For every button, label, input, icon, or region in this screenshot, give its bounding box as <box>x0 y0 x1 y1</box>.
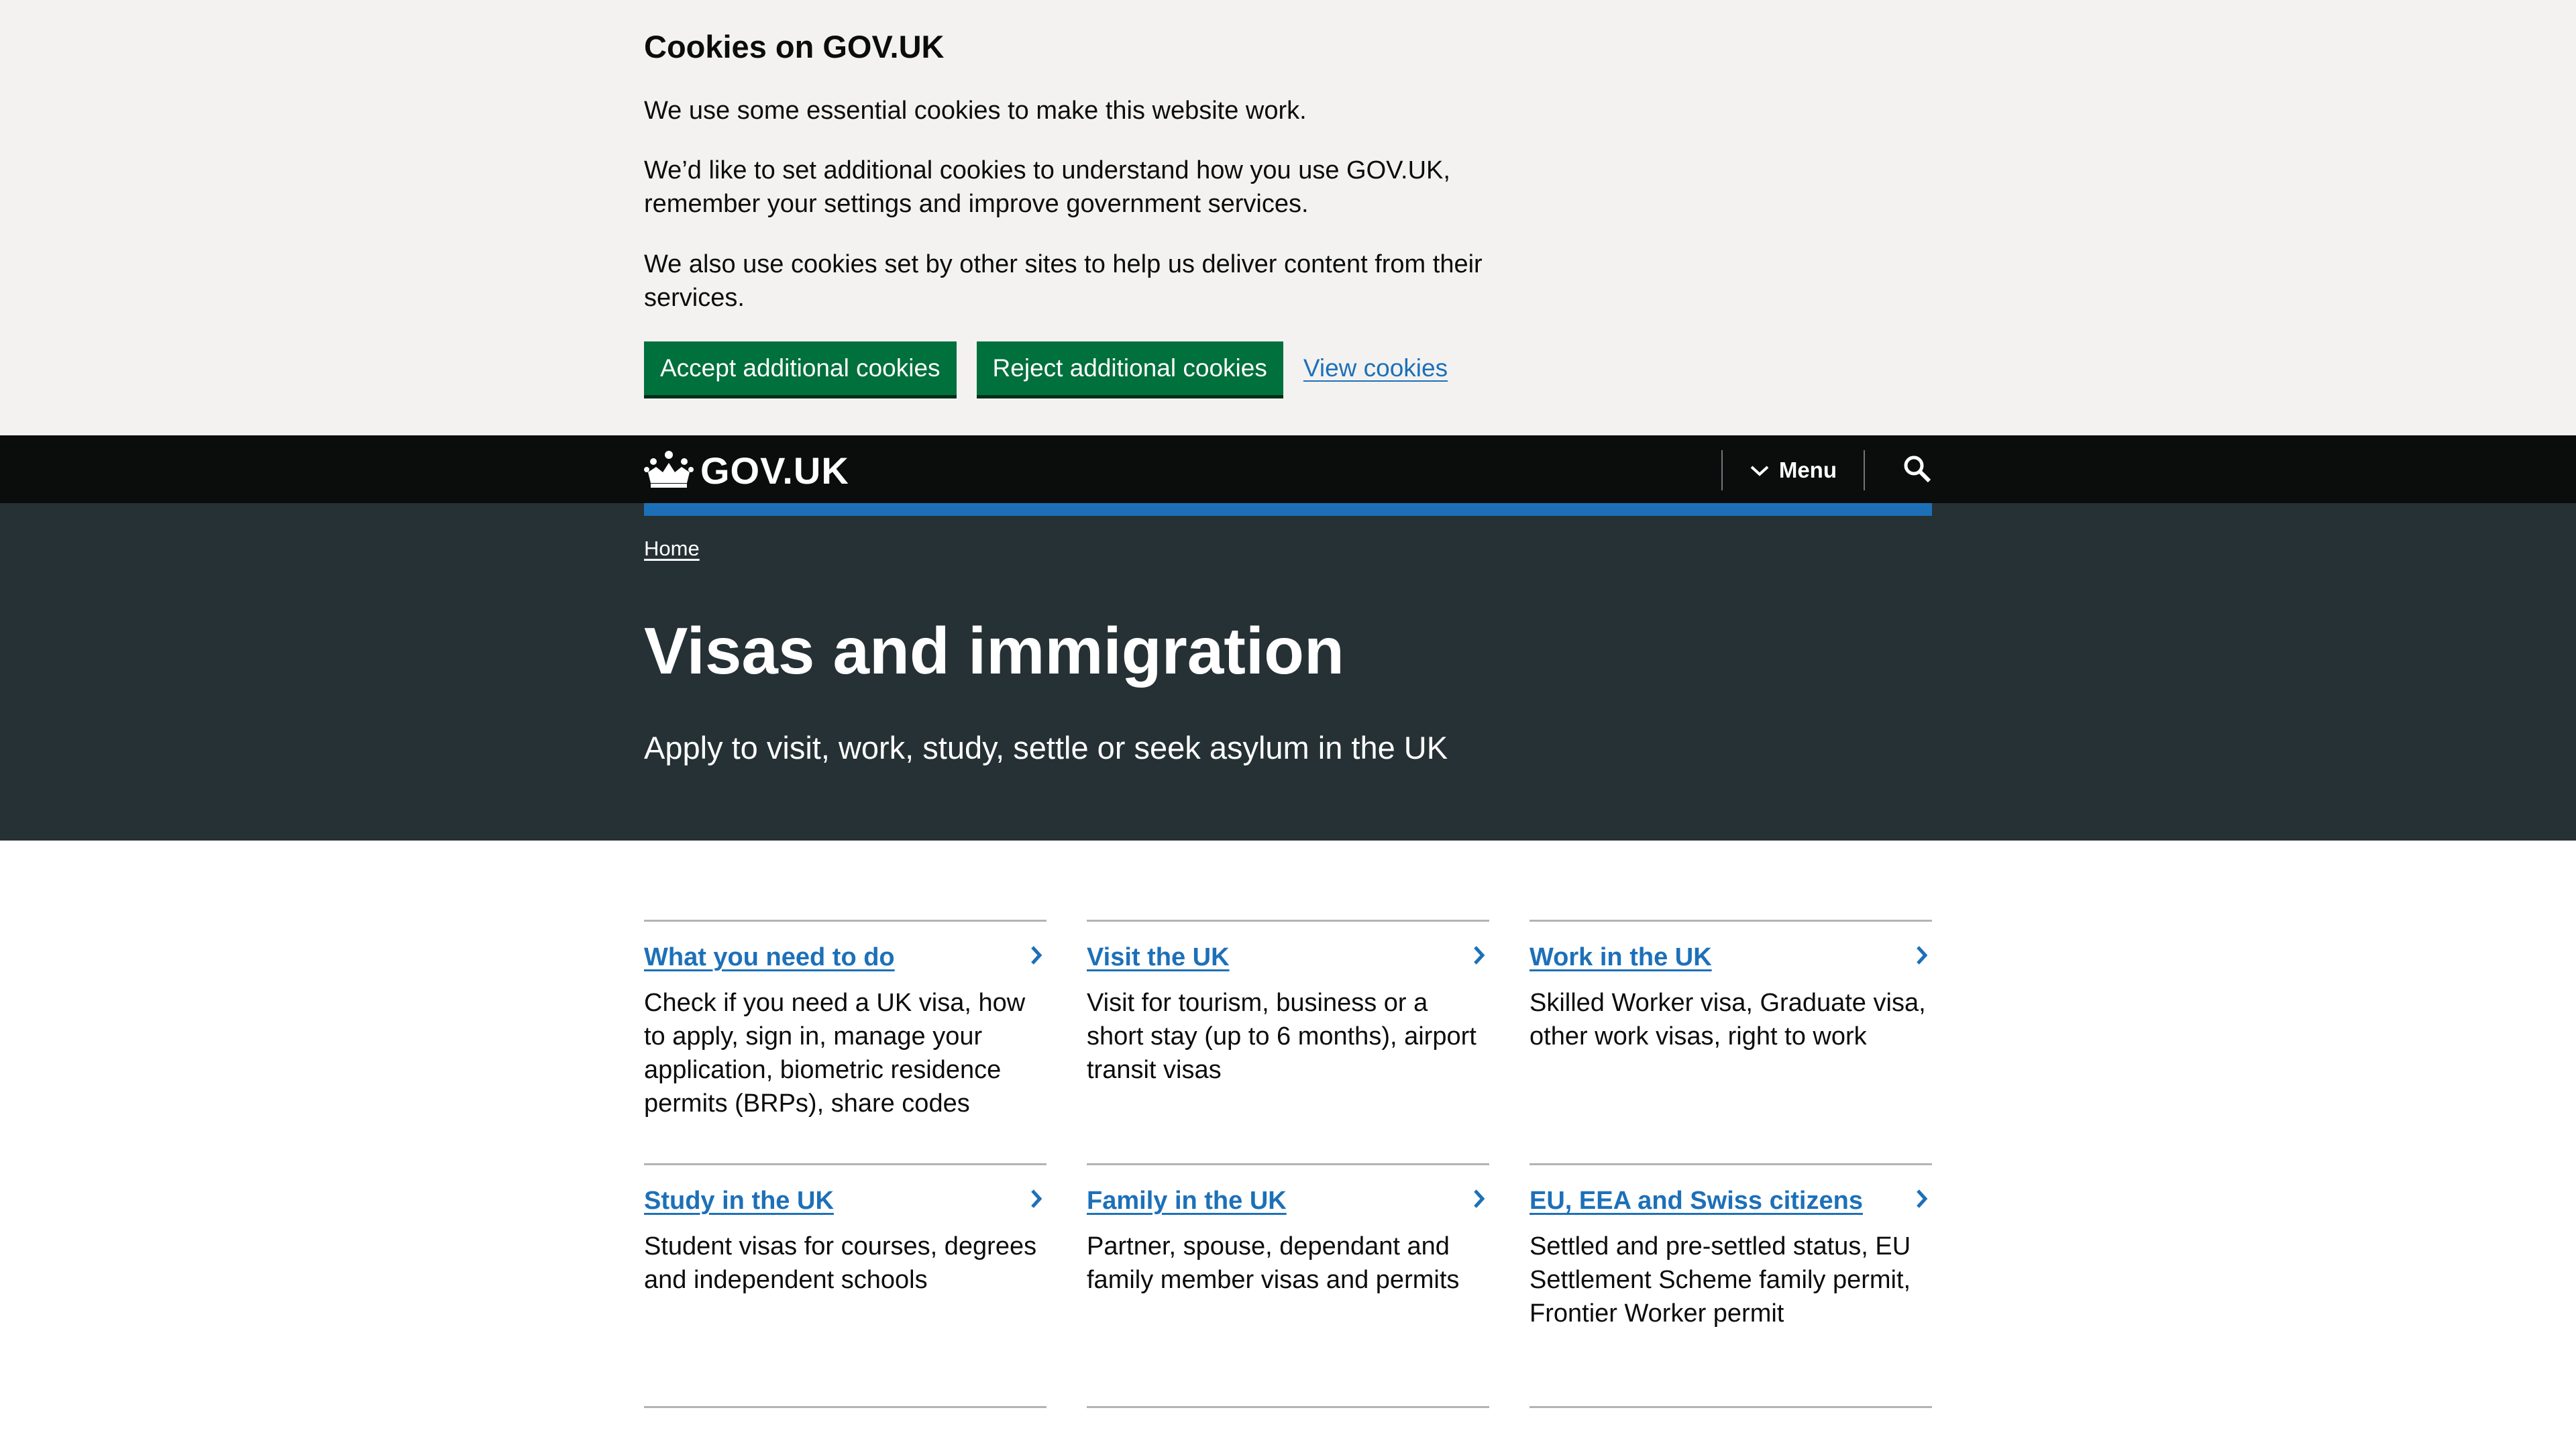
topic-description: Check if you need a UK visa, how to appl… <box>644 989 1026 1118</box>
topic-card-divider <box>644 1406 1046 1408</box>
menu-button[interactable]: Menu <box>1723 450 1864 490</box>
cookie-banner: Cookies on GOV.UK We use some essential … <box>0 0 2576 435</box>
topic-card: What you need to do Check if you need a … <box>644 920 1046 1120</box>
topic-card-divider <box>1087 1406 1489 1408</box>
page-subtitle: Apply to visit, work, study, settle or s… <box>644 730 1448 765</box>
topic-card-divider <box>1529 1406 1932 1408</box>
topic-description: Visit for tourism, business or a short s… <box>1087 989 1477 1084</box>
topic-card: Visit the UK Visit for tourism, business… <box>1087 920 1489 1087</box>
topic-link[interactable]: Visit the UK <box>1087 941 1230 974</box>
topic-link[interactable]: EU, EEA and Swiss citizens <box>1529 1184 1863 1218</box>
govuk-logo[interactable]: GOV.UK <box>644 449 849 492</box>
chevron-right-icon <box>1029 1188 1044 1213</box>
topic-description: Student visas for courses, degrees and i… <box>644 1232 1037 1294</box>
site-header: GOV.UK Menu <box>0 435 2576 503</box>
reject-cookies-button[interactable]: Reject additional cookies <box>976 341 1283 395</box>
page-title: Visas and immigration <box>644 614 1344 688</box>
topic-card: Work in the UK Skilled Worker visa, Grad… <box>1529 920 1932 1053</box>
topic-card: Study in the UK Student visas for course… <box>644 1163 1046 1297</box>
menu-label: Menu <box>1778 458 1837 482</box>
topic-link[interactable]: What you need to do <box>644 941 895 974</box>
breadcrumb-home[interactable]: Home <box>644 537 700 561</box>
cookie-banner-title: Cookies on GOV.UK <box>644 29 945 64</box>
topic-grid: What you need to do Check if you need a … <box>644 841 1932 1449</box>
topic-link[interactable]: Work in the UK <box>1529 941 1712 974</box>
cookie-banner-text: We’d like to set additional cookies to u… <box>644 156 1450 218</box>
header-accent-bar <box>644 503 1932 516</box>
header-actions: Menu <box>1721 450 1932 490</box>
view-cookies-link[interactable]: View cookies <box>1303 354 1448 382</box>
cookie-banner-text: We also use cookies set by other sites t… <box>644 250 1483 312</box>
search-icon <box>1902 454 1932 487</box>
topic-description: Settled and pre-settled status, EU Settl… <box>1529 1232 1911 1328</box>
chevron-right-icon <box>1472 945 1487 969</box>
chevron-down-icon <box>1750 458 1779 483</box>
cookie-banner-text: We use some essential cookies to make th… <box>644 97 1307 125</box>
crown-icon <box>644 449 694 492</box>
cookie-actions: Accept additional cookies Reject additio… <box>644 341 1448 395</box>
chevron-right-icon <box>1915 945 1929 969</box>
topic-card: Family in the UK Partner, spouse, depend… <box>1087 1163 1489 1297</box>
topic-description: Skilled Worker visa, Graduate visa, othe… <box>1529 989 1926 1051</box>
logo-text: GOV.UK <box>700 449 849 492</box>
search-button[interactable] <box>1865 450 1932 490</box>
hero-section: Home Visas and immigration Apply to visi… <box>0 503 2576 841</box>
accept-cookies-button[interactable]: Accept additional cookies <box>644 341 957 395</box>
topic-card: EU, EEA and Swiss citizens Settled and p… <box>1529 1163 1932 1330</box>
topic-link[interactable]: Study in the UK <box>644 1184 834 1218</box>
topic-link[interactable]: Family in the UK <box>1087 1184 1287 1218</box>
chevron-right-icon <box>1029 945 1044 969</box>
chevron-right-icon <box>1472 1188 1487 1213</box>
topic-description: Partner, spouse, dependant and family me… <box>1087 1232 1460 1294</box>
chevron-right-icon <box>1915 1188 1929 1213</box>
